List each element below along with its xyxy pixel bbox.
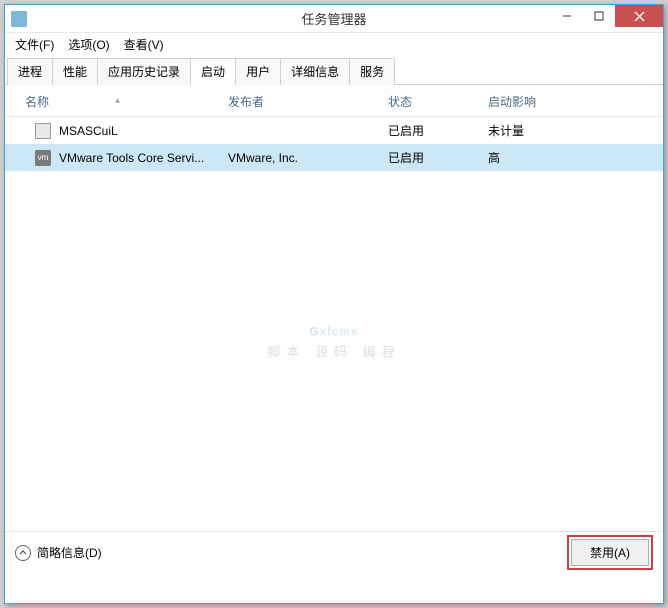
watermark-big: Gxlcms xyxy=(267,298,400,346)
watermark: Gxlcms 脚本 源码 编程 xyxy=(267,298,400,361)
menubar: 文件(F) 选项(O) 查看(V) xyxy=(5,33,663,55)
col-header-name-label: 名称 xyxy=(25,95,49,109)
row-impact: 高 xyxy=(480,149,663,166)
minimize-button[interactable] xyxy=(551,5,583,27)
table-body: MSASCuiL 已启用未计量 vm VMware Tools Core Servi.… xyxy=(5,117,663,171)
menu-file[interactable]: 文件(F) xyxy=(9,34,60,55)
sort-arrow-icon: ▴ xyxy=(115,95,120,106)
table-row[interactable]: vm VMware Tools Core Servi... VMware, Inc.… xyxy=(5,144,663,171)
row-name: VMware Tools Core Servi... xyxy=(59,151,204,165)
col-header-status[interactable]: 状态 xyxy=(380,93,480,110)
footer: 简略信息(D) 禁用(A) xyxy=(5,531,663,573)
col-header-impact[interactable]: 启动影响 xyxy=(480,93,663,110)
content-area: 名称 ▴ 发布者 状态 启动影响 MSASCuiL 已启用未计量 vm VMware … xyxy=(5,85,663,573)
app-row-icon xyxy=(35,123,51,139)
tab-startup[interactable]: 启动 xyxy=(190,58,236,85)
window-controls xyxy=(551,5,663,27)
table-row[interactable]: MSASCuiL 已启用未计量 xyxy=(5,117,663,144)
tabs: 进程 性能 应用历史记录 启动 用户 详细信息 服务 xyxy=(5,57,663,85)
row-status: 已启用 xyxy=(380,122,480,139)
titlebar: 任务管理器 xyxy=(5,5,663,33)
chevron-up-icon xyxy=(15,545,31,561)
table-header: 名称 ▴ 发布者 状态 启动影响 xyxy=(5,85,663,117)
row-name: MSASCuiL xyxy=(59,124,118,138)
row-impact: 未计量 xyxy=(480,122,663,139)
fewer-details-label: 简略信息(D) xyxy=(37,544,102,561)
app-row-icon: vm xyxy=(35,150,51,166)
watermark-small: 脚本 源码 编程 xyxy=(267,342,400,361)
tab-app-history[interactable]: 应用历史记录 xyxy=(97,58,191,85)
disable-button[interactable]: 禁用(A) xyxy=(571,539,649,566)
row-status: 已启用 xyxy=(380,149,480,166)
row-publisher: VMware, Inc. xyxy=(220,151,380,165)
tab-processes[interactable]: 进程 xyxy=(7,58,53,85)
fewer-details-button[interactable]: 简略信息(D) xyxy=(15,544,102,561)
menu-view[interactable]: 查看(V) xyxy=(118,34,170,55)
close-button[interactable] xyxy=(615,5,663,27)
tab-services[interactable]: 服务 xyxy=(349,58,395,85)
task-manager-window: 任务管理器 文件(F) 选项(O) 查看(V) 进程 性能 应用历史记录 启动 … xyxy=(4,4,664,604)
app-icon xyxy=(11,11,27,27)
col-header-publisher[interactable]: 发布者 xyxy=(220,93,380,110)
maximize-button[interactable] xyxy=(583,5,615,27)
tab-users[interactable]: 用户 xyxy=(235,58,281,85)
col-header-name[interactable]: 名称 ▴ xyxy=(5,93,220,110)
disable-highlight: 禁用(A) xyxy=(567,535,653,570)
tab-details[interactable]: 详细信息 xyxy=(280,58,350,85)
menu-options[interactable]: 选项(O) xyxy=(62,34,115,55)
tab-performance[interactable]: 性能 xyxy=(52,58,98,85)
window-title: 任务管理器 xyxy=(301,9,366,28)
